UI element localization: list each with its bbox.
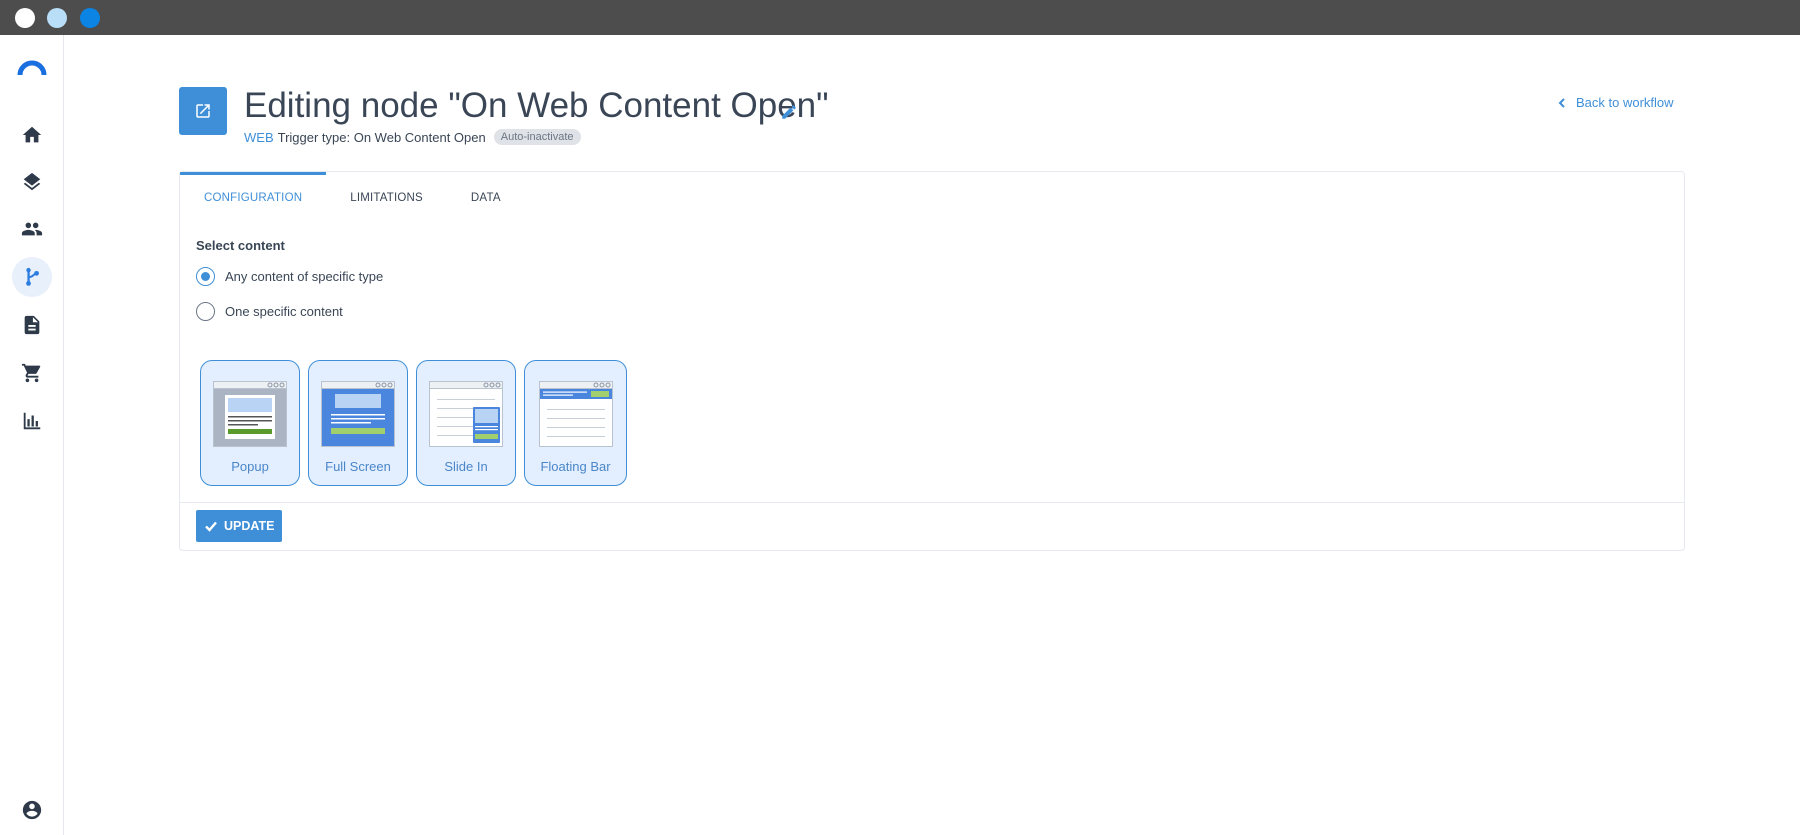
radio-button-checked[interactable] (196, 267, 215, 286)
popup-preview-icon (213, 381, 287, 447)
trigger-type-label: Trigger type: On Web Content Open (277, 129, 486, 145)
sidebar-item-workflow[interactable] (12, 257, 52, 297)
content-type-floating-bar[interactable]: Floating Bar (524, 360, 627, 486)
sidebar-item-analytics[interactable] (12, 401, 52, 441)
people-icon (21, 222, 43, 236)
radio-one-specific-content[interactable]: One specific content (196, 302, 343, 321)
full-screen-preview-icon (321, 381, 395, 447)
node-type-icon (179, 87, 227, 135)
tab-limitations[interactable]: LIMITATIONS (326, 172, 447, 220)
external-link-icon (196, 104, 210, 118)
workflow-icon (26, 267, 39, 286)
bar-chart-icon (23, 412, 41, 430)
window-close-button[interactable] (15, 8, 35, 28)
content-type-popup[interactable]: Popup (200, 360, 300, 486)
tab-data[interactable]: DATA (447, 172, 525, 220)
select-content-label: Select content (196, 238, 285, 253)
content-type-label: Slide In (444, 459, 488, 474)
content-type-label: Popup (231, 459, 269, 474)
radio-label: Any content of specific type (225, 269, 384, 284)
back-to-workflow-link[interactable]: Back to workflow (1556, 95, 1674, 110)
tab-configuration[interactable]: CONFIGURATION (180, 172, 327, 220)
radio-label: One specific content (225, 304, 343, 319)
channel-label: WEB (244, 129, 274, 145)
radio-any-content-of-type[interactable]: Any content of specific type (196, 267, 383, 286)
check-icon (205, 521, 217, 532)
account-circle-icon (22, 800, 42, 820)
floating-bar-preview-icon (538, 381, 613, 447)
edit-pencil-icon[interactable] (780, 103, 798, 121)
window-maximize-button[interactable] (80, 8, 100, 28)
content-type-list: Popup Full Screen Slide In Floating Bar (200, 360, 635, 486)
sidebar (0, 35, 64, 835)
update-button[interactable]: UPDATE (196, 510, 283, 542)
document-icon (24, 315, 40, 335)
update-button-label: UPDATE (224, 519, 275, 533)
window-minimize-button[interactable] (47, 8, 67, 28)
content-type-slide-in[interactable]: Slide In (416, 360, 516, 486)
node-config-card: CONFIGURATION LIMITATIONS DATA Select co… (179, 171, 1685, 551)
radio-button[interactable] (196, 302, 215, 321)
brand-logo-icon[interactable] (17, 53, 47, 83)
sidebar-item-account[interactable] (12, 790, 52, 830)
page-title: Editing node "On Web Content Open" (244, 86, 829, 125)
content-type-full-screen[interactable]: Full Screen (308, 360, 408, 486)
back-link-label: Back to workflow (1576, 95, 1674, 110)
layers-icon (23, 172, 41, 191)
sidebar-item-home[interactable] (12, 115, 52, 155)
window-titlebar (0, 0, 1800, 35)
tab-bar: CONFIGURATION LIMITATIONS DATA (180, 172, 525, 220)
content-type-label: Floating Bar (540, 459, 611, 474)
home-icon (22, 126, 42, 143)
status-badge: Auto-inactivate (493, 129, 581, 145)
cart-icon (21, 363, 41, 383)
chevron-left-icon (1558, 97, 1565, 108)
sidebar-item-document[interactable] (12, 305, 52, 345)
slide-in-preview-icon (429, 381, 503, 447)
card-footer-divider (180, 502, 1684, 503)
sidebar-item-layers[interactable] (12, 162, 52, 202)
content-type-label: Full Screen (325, 459, 391, 474)
node-subtitle: WEB Trigger type: On Web Content Open Au… (244, 129, 581, 145)
sidebar-item-people[interactable] (12, 209, 52, 249)
sidebar-item-cart[interactable] (12, 353, 52, 393)
